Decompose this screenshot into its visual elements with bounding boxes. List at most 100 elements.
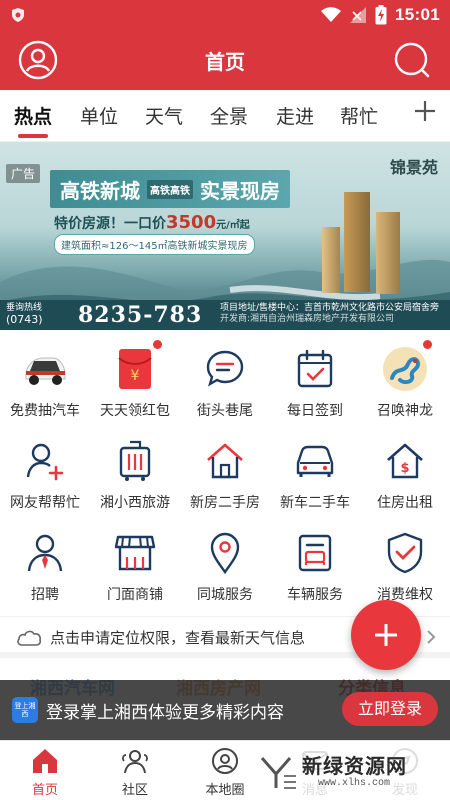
svg-text:¥: ¥ [131, 368, 140, 384]
grid-item-cars[interactable]: 新车二手车 [270, 428, 360, 520]
svg-text:$: $ [400, 461, 409, 476]
grid-item-jobs[interactable]: 招聘 [0, 520, 90, 612]
grid-item-label: 街头巷尾 [197, 403, 253, 419]
plus-icon [375, 624, 397, 646]
area-code: (0743) [6, 313, 43, 326]
tab-help[interactable]: 帮忙 [340, 102, 378, 129]
watermark-url: www.xlhs.com [318, 778, 391, 789]
suitcase-icon [112, 438, 158, 484]
add-channel-icon[interactable] [412, 98, 438, 124]
home-icon [33, 749, 57, 773]
ad-footer: 垂询热线 (0743) 8235-783 项目地址/售楼中心：吉首市乾州文化路市… [0, 300, 450, 330]
house-rent-icon: $ [382, 438, 428, 484]
weather-prompt: 点击申请定位权限，查看最新天气信息 [50, 629, 306, 647]
grid-item-red-envelope[interactable]: ¥ 天天领红包 [90, 336, 180, 428]
car-icon [22, 346, 68, 392]
grid-item-label: 天天领红包 [100, 403, 170, 419]
nav-label: 首页 [31, 783, 58, 798]
ad-address: 项目地址/售楼中心：吉首市乾州文化路市公安局宿舍旁 开发商:湘西自治州瑞森房地产… [220, 303, 446, 325]
watermark-logo-icon [260, 757, 296, 789]
login-prompt-bar: 登上湘西 登录掌上湘西体验更多精彩内容 立即登录 [0, 680, 450, 740]
red-envelope-icon: ¥ [112, 346, 158, 392]
ad-headline: 高铁新城 高铁高铁 实景现房 [50, 170, 290, 208]
building-graphic [376, 212, 400, 294]
grid-item-label: 每日签到 [287, 403, 343, 419]
notification-dot [423, 340, 432, 349]
active-tab-indicator [18, 134, 48, 138]
grid-item-rent[interactable]: $ 住房出租 [360, 428, 450, 520]
grid-item-label: 招聘 [31, 587, 59, 603]
price-value: 3500 [166, 212, 217, 233]
status-bar: 15:01 [0, 0, 450, 30]
grid-item-label: 车辆服务 [287, 587, 343, 603]
hotline-block: 垂询热线 (0743) [6, 303, 43, 325]
headline-left: 高铁新城 [60, 178, 140, 203]
clock: 15:01 [395, 5, 440, 24]
grid-item-daily-checkin[interactable]: 每日签到 [270, 336, 360, 428]
developer-text: 开发商:湘西自治州瑞森房地产开发有限公司 [220, 314, 395, 324]
vehicle-service-icon [292, 530, 338, 576]
house-icon [202, 438, 248, 484]
recruit-icon [22, 530, 68, 576]
grid-item-street-talk[interactable]: 街头巷尾 [180, 336, 270, 428]
shield-app-icon [12, 8, 24, 22]
grid-item-summon-dragon[interactable]: 召唤神龙 [360, 336, 450, 428]
grid-item-travel[interactable]: 湘小西旅游 [90, 428, 180, 520]
building-graphic [322, 227, 340, 293]
ad-banner[interactable]: 广告 高铁新城 高铁高铁 实景现房 锦景苑 特价房源！一口价3500元/㎡起 建… [0, 142, 450, 330]
grid-item-label: 新车二手车 [280, 495, 350, 511]
ad-logo: 锦景苑 [389, 158, 438, 177]
local-circle-icon [212, 748, 238, 774]
publish-fab[interactable] [351, 600, 421, 670]
chat-bubble-icon [202, 346, 248, 392]
price-prefix: 特价房源！一口价 [54, 216, 166, 232]
headline-right: 实景现房 [200, 178, 280, 203]
grid-item-houses[interactable]: 新房二手房 [180, 428, 270, 520]
building-graphic [344, 192, 370, 292]
grid-item-shops[interactable]: 门面商铺 [90, 520, 180, 612]
chevron-right-icon [427, 630, 436, 644]
grid-item-label: 湘小西旅游 [100, 495, 170, 511]
headline-mid: 高铁高铁 [147, 179, 193, 199]
grid-item-netizen-help[interactable]: 网友帮帮忙 [0, 428, 90, 520]
battery-icon [375, 5, 387, 25]
notification-dot [153, 340, 162, 349]
calendar-check-icon [292, 346, 338, 392]
grid-item-label: 网友帮帮忙 [10, 495, 80, 511]
hotline-number: 8235-783 [78, 302, 203, 328]
shield-check-icon [382, 530, 428, 576]
nav-label: 社区 [121, 783, 148, 798]
grid-item-label: 新房二手房 [190, 495, 260, 511]
location-icon [202, 530, 248, 576]
grid-item-free-car[interactable]: 免费抽汽车 [0, 336, 90, 428]
address-text: 项目地址/售楼中心：吉首市乾州文化路市公安局宿舍旁 [220, 303, 440, 313]
grid-item-consumer-rights[interactable]: 消费维权 [360, 520, 450, 612]
nav-community[interactable]: 社区 [90, 741, 180, 800]
grid-item-label: 门面商铺 [107, 587, 163, 603]
page-title: 首页 [205, 50, 245, 74]
login-prompt-text: 登录掌上湘西体验更多精彩内容 [46, 703, 284, 723]
ad-label: 广告 [6, 164, 41, 183]
nav-home[interactable]: 首页 [0, 741, 90, 800]
grid-item-city-service[interactable]: 同城服务 [180, 520, 270, 612]
tab-visit[interactable]: 走进 [276, 102, 314, 129]
login-button[interactable]: 立即登录 [342, 692, 438, 726]
app-logo-icon: 登上湘西 [12, 697, 38, 723]
tab-panorama[interactable]: 全景 [210, 102, 248, 129]
car-outline-icon [292, 438, 338, 484]
watermark-title: 新绿资源网 [302, 754, 407, 778]
tab-unit[interactable]: 单位 [80, 102, 118, 129]
grid-item-vehicle-service[interactable]: 车辆服务 [270, 520, 360, 612]
user-add-icon [22, 438, 68, 484]
cloud-icon [17, 630, 42, 646]
channel-tabs: 热点 单位 天气 全景 走进 帮忙 [0, 90, 450, 142]
tab-weather[interactable]: 天气 [145, 102, 183, 129]
search-icon[interactable] [392, 40, 432, 80]
shop-icon [112, 530, 158, 576]
signal-icon [350, 7, 367, 23]
grid-item-label: 免费抽汽车 [10, 403, 80, 419]
grid-item-label: 住房出租 [377, 495, 433, 511]
tab-hot[interactable]: 热点 [14, 102, 52, 129]
app-header: 首页 [0, 30, 450, 90]
wifi-icon [321, 7, 342, 22]
